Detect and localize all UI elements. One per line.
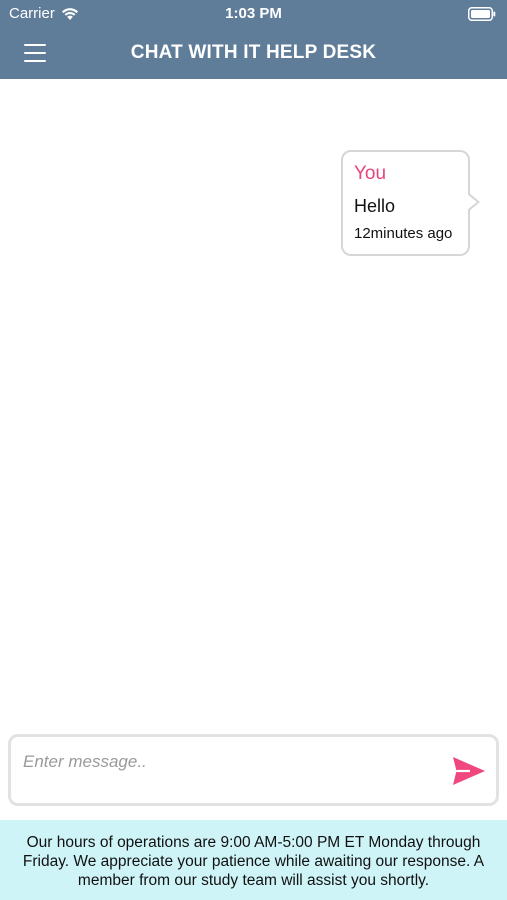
- chat-message-list[interactable]: You Hello 12minutes ago: [0, 79, 507, 731]
- send-icon: [453, 757, 485, 785]
- navigation-bar: CHAT WITH IT HELP DESK: [0, 28, 507, 79]
- top-bar: Carrier 1:03 PM CHAT WITH IT HELP DESK: [0, 0, 507, 79]
- bubble-tail-inner: [467, 194, 477, 210]
- status-bar: Carrier 1:03 PM: [0, 0, 507, 28]
- message-bubble-outgoing: You Hello 12minutes ago: [341, 150, 480, 256]
- status-time: 1:03 PM: [225, 5, 282, 22]
- send-button[interactable]: [452, 755, 486, 787]
- message-composer: [8, 734, 499, 806]
- battery-icon: [468, 7, 496, 21]
- message-text: Hello: [354, 196, 396, 216]
- message-sender: You: [354, 163, 387, 184]
- message-timestamp: 12minutes ago: [354, 225, 453, 242]
- hours-info-banner: Our hours of operations are 9:00 AM-5:00…: [0, 820, 507, 900]
- message-input[interactable]: [23, 749, 433, 775]
- chat-screen: Carrier 1:03 PM CHAT WITH IT HELP DESK Y…: [0, 0, 507, 900]
- page-title: CHAT WITH IT HELP DESK: [130, 42, 377, 63]
